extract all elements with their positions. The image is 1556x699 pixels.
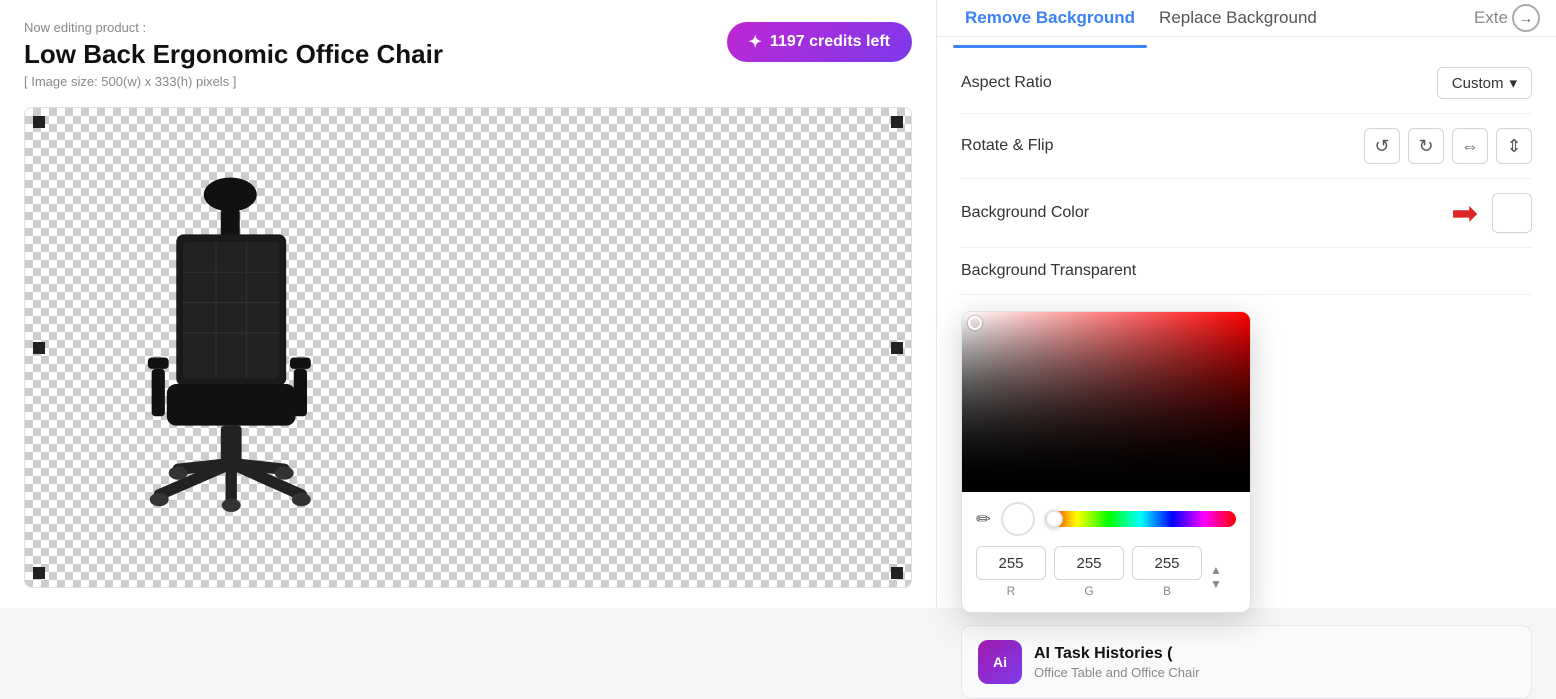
tab-remove-background[interactable]: Remove Background xyxy=(953,0,1147,36)
credits-button[interactable]: ✦ 1197 credits left xyxy=(727,22,912,62)
handle-top-left[interactable] xyxy=(33,116,45,128)
tab-extend[interactable]: Exte → xyxy=(1474,4,1540,32)
b-input[interactable] xyxy=(1132,546,1202,580)
hue-thumb[interactable] xyxy=(1045,510,1063,528)
canvas-area[interactable] xyxy=(24,107,912,588)
b-input-group: B xyxy=(1132,546,1202,598)
rotate-cw-button[interactable]: ↻ xyxy=(1408,128,1444,164)
aspect-ratio-value: Custom xyxy=(1452,75,1504,92)
picker-circle[interactable] xyxy=(968,316,982,330)
bg-color-controls: ➡ xyxy=(1451,193,1532,233)
aspect-ratio-label: Aspect Ratio xyxy=(961,74,1052,92)
rotate-flip-controls: ↺ ↻ ⇔ ⇕ xyxy=(1364,128,1532,164)
r-label: R xyxy=(1007,584,1016,598)
handle-top-right[interactable] xyxy=(891,116,903,128)
hue-slider[interactable] xyxy=(1045,511,1236,527)
r-input[interactable] xyxy=(976,546,1046,580)
rotate-flip-label: Rotate & Flip xyxy=(961,137,1053,155)
ai-task-info: AI Task Histories ( Office Table and Off… xyxy=(1034,645,1199,680)
extend-arrow-icon: → xyxy=(1512,4,1540,32)
handle-bottom-left[interactable] xyxy=(33,567,45,579)
ai-icon-text: Ai xyxy=(993,654,1007,670)
up-arrow-icon: ▲ xyxy=(1210,563,1222,577)
flip-vertical-button[interactable]: ⇕ xyxy=(1496,128,1532,164)
gradient-overlay xyxy=(962,312,1250,492)
bg-transparent-row: Background Transparent xyxy=(961,248,1532,295)
g-label: G xyxy=(1084,584,1093,598)
rotate-cw-icon: ↻ xyxy=(1418,136,1433,157)
aspect-ratio-row: Aspect Ratio Custom ▾ xyxy=(961,53,1532,114)
eyedropper-icon: ✏ xyxy=(976,509,991,529)
g-input-group: G xyxy=(1054,546,1124,598)
r-input-group: R xyxy=(976,546,1046,598)
settings-area: Aspect Ratio Custom ▾ Rotate & Flip ↺ ↻ … xyxy=(937,37,1556,311)
flip-horizontal-button[interactable]: ⇔ xyxy=(1452,128,1488,164)
left-panel: Now editing product : Low Back Ergonomic… xyxy=(0,0,936,608)
ai-task-title: AI Task Histories ( xyxy=(1034,645,1199,663)
bg-color-swatch[interactable] xyxy=(1492,193,1532,233)
down-arrow-icon: ▼ xyxy=(1210,577,1222,591)
rotate-ccw-button[interactable]: ↺ xyxy=(1364,128,1400,164)
b-label: B xyxy=(1163,584,1171,598)
bg-transparent-label: Background Transparent xyxy=(961,262,1136,280)
handle-mid-right[interactable] xyxy=(891,342,903,354)
g-input[interactable] xyxy=(1054,546,1124,580)
handle-bottom-right[interactable] xyxy=(891,567,903,579)
color-picker-popup[interactable]: ✏ R G B xyxy=(961,311,1251,613)
rgb-inputs: R G B ▲ ▼ xyxy=(962,536,1250,598)
ai-task-subtitle: Office Table and Office Chair xyxy=(1034,665,1199,680)
flip-h-icon: ⇔ xyxy=(1461,136,1479,157)
flip-v-icon: ⇕ xyxy=(1506,136,1521,157)
bg-color-row: Background Color ➡ xyxy=(961,179,1532,248)
ai-task-area[interactable]: Ai AI Task Histories ( Office Table and … xyxy=(961,625,1532,699)
rgb-arrows: ▲ ▼ xyxy=(1210,546,1222,598)
bg-color-label: Background Color xyxy=(961,204,1089,222)
aspect-ratio-controls: Custom ▾ xyxy=(1437,67,1532,99)
chair-svg xyxy=(95,168,375,528)
aspect-ratio-dropdown[interactable]: Custom ▾ xyxy=(1437,67,1532,99)
star-icon: ✦ xyxy=(749,32,762,52)
red-arrow-icon: ➡ xyxy=(1451,194,1478,232)
chair-image xyxy=(65,108,405,587)
eyedropper-button[interactable]: ✏ xyxy=(976,509,991,530)
dropdown-chevron-icon: ▾ xyxy=(1509,74,1517,92)
handle-mid-left[interactable] xyxy=(33,342,45,354)
color-controls: ✏ xyxy=(962,492,1250,536)
color-preview-circle xyxy=(1001,502,1035,536)
right-panel: Remove Background Replace Background Ext… xyxy=(936,0,1556,608)
credits-label: 1197 credits left xyxy=(770,33,890,51)
tab-replace-background[interactable]: Replace Background xyxy=(1147,0,1329,36)
image-size: [ Image size: 500(w) x 333(h) pixels ] xyxy=(24,74,912,89)
ai-task-icon: Ai xyxy=(978,640,1022,684)
tabs-bar: Remove Background Replace Background Ext… xyxy=(937,0,1556,37)
rotate-ccw-icon: ↺ xyxy=(1374,136,1389,157)
color-gradient[interactable] xyxy=(962,312,1250,492)
rotate-flip-row: Rotate & Flip ↺ ↻ ⇔ ⇕ xyxy=(961,114,1532,179)
